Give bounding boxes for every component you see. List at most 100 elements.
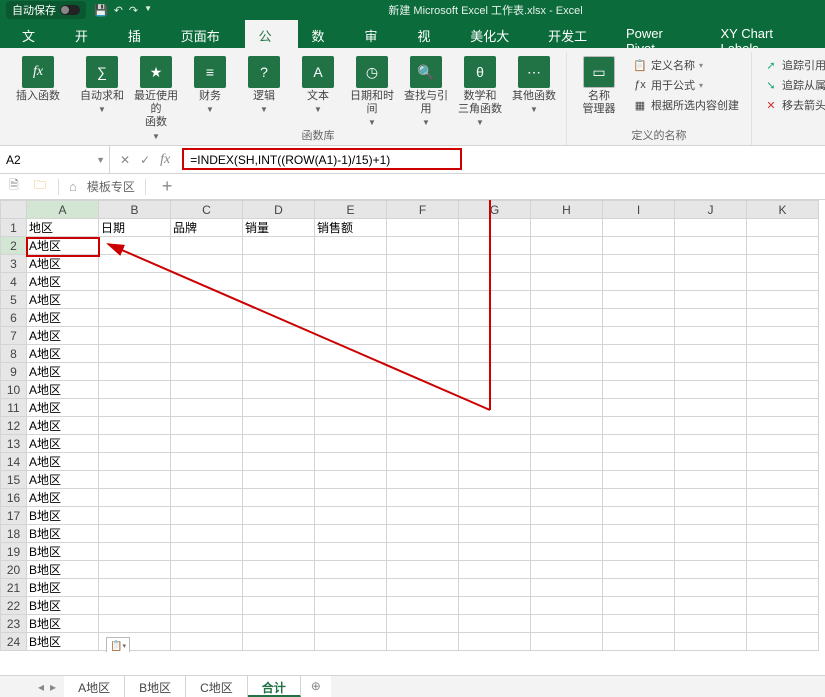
cell[interactable] <box>99 327 171 345</box>
home-icon[interactable]: ⌂ <box>69 179 77 194</box>
cell[interactable] <box>99 255 171 273</box>
more-functions-button[interactable]: ⋯ 其他函数 ▼ <box>510 54 558 114</box>
cell[interactable] <box>243 525 315 543</box>
row-header[interactable]: 10 <box>1 381 27 399</box>
cell[interactable] <box>675 597 747 615</box>
cell[interactable] <box>603 453 675 471</box>
logical-button[interactable]: ? 逻辑 ▼ <box>240 54 288 114</box>
cell[interactable] <box>747 435 819 453</box>
cell[interactable] <box>603 309 675 327</box>
cell[interactable] <box>675 219 747 237</box>
cell[interactable] <box>171 561 243 579</box>
row-header[interactable]: 20 <box>1 561 27 579</box>
cell[interactable] <box>171 615 243 633</box>
cell[interactable] <box>171 435 243 453</box>
cell[interactable] <box>675 525 747 543</box>
cell[interactable] <box>603 219 675 237</box>
cell[interactable] <box>315 453 387 471</box>
cell[interactable] <box>99 399 171 417</box>
row-header[interactable]: 23 <box>1 615 27 633</box>
cell[interactable] <box>747 525 819 543</box>
cell[interactable] <box>243 633 315 651</box>
define-name-button[interactable]: 📋定义名称▾ <box>629 56 743 74</box>
cell[interactable] <box>171 399 243 417</box>
spreadsheet-grid[interactable]: ABCDEFGHIJK 1地区日期品牌销量销售额2A地区3A地区4A地区5A地区… <box>0 200 825 652</box>
cell[interactable] <box>315 309 387 327</box>
cell[interactable] <box>459 327 531 345</box>
sheet-tab[interactable]: 合计 <box>248 676 301 697</box>
cell[interactable] <box>531 579 603 597</box>
cell[interactable] <box>603 597 675 615</box>
cell[interactable] <box>243 399 315 417</box>
cell[interactable] <box>531 219 603 237</box>
tab-powerpivot[interactable]: Power Pivot <box>612 20 706 48</box>
cell[interactable] <box>99 345 171 363</box>
datetime-button[interactable]: ◷ 日期和时间 ▼ <box>348 54 396 127</box>
cell[interactable] <box>675 435 747 453</box>
cell[interactable] <box>603 273 675 291</box>
cell[interactable] <box>243 237 315 255</box>
cell[interactable]: B地区 <box>27 579 99 597</box>
text-button[interactable]: A 文本 ▼ <box>294 54 342 114</box>
cell[interactable] <box>243 453 315 471</box>
cell[interactable] <box>603 327 675 345</box>
cell[interactable] <box>459 363 531 381</box>
column-header[interactable]: H <box>531 201 603 219</box>
cell[interactable] <box>387 291 459 309</box>
cell[interactable] <box>531 471 603 489</box>
row-header[interactable]: 19 <box>1 543 27 561</box>
redo-icon[interactable]: ↷ <box>129 4 138 17</box>
cell[interactable] <box>315 435 387 453</box>
cell[interactable] <box>675 381 747 399</box>
cell[interactable] <box>747 363 819 381</box>
cell[interactable] <box>459 417 531 435</box>
column-header[interactable]: G <box>459 201 531 219</box>
add-sheet-button[interactable]: ⊕ <box>301 676 331 697</box>
cell[interactable] <box>243 345 315 363</box>
cell[interactable] <box>171 255 243 273</box>
row-header[interactable]: 1 <box>1 219 27 237</box>
add-tab-icon[interactable]: + <box>156 176 179 197</box>
cell[interactable] <box>675 561 747 579</box>
cell[interactable]: A地区 <box>27 417 99 435</box>
cell[interactable] <box>171 309 243 327</box>
cell[interactable]: A地区 <box>27 291 99 309</box>
cell[interactable] <box>315 381 387 399</box>
cell[interactable] <box>459 507 531 525</box>
cell[interactable] <box>531 399 603 417</box>
financial-button[interactable]: ≡ 财务 ▼ <box>186 54 234 114</box>
templates-label[interactable]: 模板专区 <box>87 178 135 195</box>
cell[interactable] <box>387 345 459 363</box>
cell[interactable]: 日期 <box>99 219 171 237</box>
cell[interactable] <box>675 579 747 597</box>
fx-icon[interactable]: fx <box>160 152 170 168</box>
cell[interactable] <box>171 417 243 435</box>
cell[interactable] <box>603 345 675 363</box>
cell[interactable] <box>387 399 459 417</box>
cell[interactable] <box>315 273 387 291</box>
cell[interactable] <box>171 453 243 471</box>
cell[interactable] <box>315 345 387 363</box>
cell[interactable] <box>459 633 531 651</box>
sheet-nav-first-icon[interactable]: ◂ <box>38 680 44 694</box>
cell[interactable] <box>531 363 603 381</box>
select-all-corner[interactable] <box>1 201 27 219</box>
cell[interactable]: B地区 <box>27 543 99 561</box>
tab-view[interactable]: 视图 <box>403 20 456 48</box>
cell[interactable] <box>747 309 819 327</box>
cell[interactable] <box>459 345 531 363</box>
cell[interactable] <box>243 273 315 291</box>
cell[interactable]: A地区 <box>27 399 99 417</box>
cell[interactable] <box>387 219 459 237</box>
cell[interactable] <box>531 255 603 273</box>
cell[interactable] <box>243 327 315 345</box>
row-header[interactable]: 7 <box>1 327 27 345</box>
cell[interactable] <box>531 345 603 363</box>
cell[interactable] <box>99 507 171 525</box>
cell[interactable]: 地区 <box>27 219 99 237</box>
tab-review[interactable]: 审阅 <box>350 20 403 48</box>
column-header[interactable]: E <box>315 201 387 219</box>
cell[interactable] <box>531 435 603 453</box>
cell[interactable]: B地区 <box>27 507 99 525</box>
row-header[interactable]: 8 <box>1 345 27 363</box>
